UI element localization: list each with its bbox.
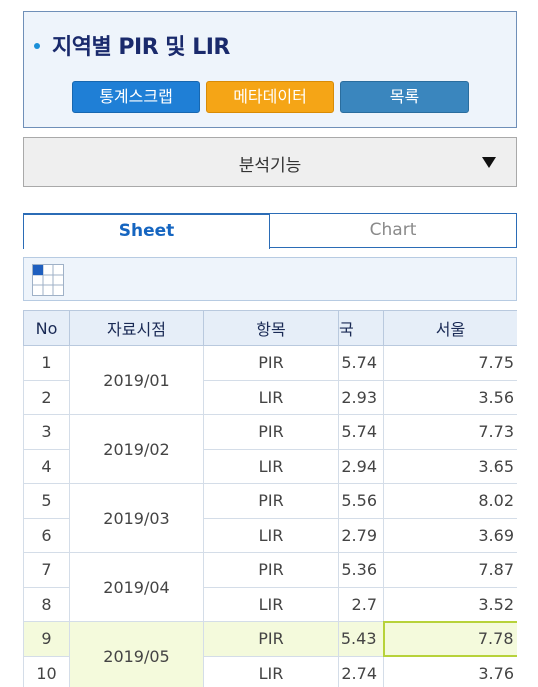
cell-item[interactable]: PIR bbox=[203, 483, 339, 519]
cell-no[interactable]: 7 bbox=[23, 552, 70, 588]
cell-seoul[interactable]: 3.76 bbox=[383, 655, 517, 687]
cell-date[interactable]: 2019/01 bbox=[69, 345, 204, 415]
cell-no[interactable]: 5 bbox=[23, 483, 70, 519]
cell-date[interactable]: 2019/03 bbox=[69, 483, 204, 553]
cell-item[interactable]: LIR bbox=[203, 448, 339, 484]
cell-seoul[interactable]: 3.69 bbox=[383, 517, 517, 553]
cell-national[interactable]: 5.74 bbox=[338, 345, 384, 381]
cell-item[interactable]: PIR bbox=[203, 345, 339, 381]
cell-seoul-selected[interactable]: 7.78 bbox=[382, 620, 517, 657]
tab-chart[interactable]: Chart bbox=[270, 213, 517, 248]
cell-seoul[interactable]: 3.56 bbox=[383, 379, 517, 415]
table-row: 1 2019/01 PIR 5.74 7.75 bbox=[23, 345, 517, 415]
header-item[interactable]: 항목 bbox=[203, 310, 339, 346]
header-no[interactable]: No bbox=[23, 310, 70, 346]
cell-item[interactable]: PIR bbox=[203, 621, 339, 657]
table-row: 3 2019/02 PIR 5.74 7.73 bbox=[23, 414, 517, 484]
cell-no[interactable]: 10 bbox=[23, 655, 70, 687]
cell-national[interactable]: 5.56 bbox=[338, 483, 384, 519]
cell-date[interactable]: 2019/02 bbox=[69, 414, 204, 484]
cell-item[interactable]: LIR bbox=[203, 379, 339, 415]
metadata-button[interactable]: 메타데이터 bbox=[206, 81, 334, 113]
stat-scrap-button[interactable]: 통계스크랩 bbox=[72, 81, 200, 113]
cell-no[interactable]: 6 bbox=[23, 517, 70, 553]
data-table: No 자료시점 항목 국 서울 1 2019/01 PIR 5.74 7.75 … bbox=[23, 310, 517, 687]
cell-no[interactable]: 3 bbox=[23, 414, 70, 450]
triangle-down-icon bbox=[482, 157, 496, 168]
cell-item[interactable]: PIR bbox=[203, 552, 339, 588]
table-header-row: No 자료시점 항목 국 서울 bbox=[23, 310, 517, 346]
cell-no[interactable]: 8 bbox=[23, 586, 70, 622]
cell-national[interactable]: 2.94 bbox=[338, 448, 384, 484]
cell-seoul[interactable]: 3.65 bbox=[383, 448, 517, 484]
cell-item[interactable]: LIR bbox=[203, 586, 339, 622]
cell-national[interactable]: 5.43 bbox=[338, 621, 384, 657]
cell-seoul[interactable]: 7.75 bbox=[383, 345, 517, 381]
bullet-dot-icon bbox=[34, 43, 40, 49]
table-row: 7 2019/04 PIR 5.36 7.87 bbox=[23, 552, 517, 622]
cell-national[interactable]: 2.7 bbox=[338, 586, 384, 622]
cell-no[interactable]: 2 bbox=[23, 379, 70, 415]
data-table-container[interactable]: No 자료시점 항목 국 서울 1 2019/01 PIR 5.74 7.75 … bbox=[23, 310, 517, 687]
cell-date[interactable]: 2019/05 bbox=[69, 621, 204, 687]
cell-national[interactable]: 5.74 bbox=[338, 414, 384, 450]
cell-item[interactable]: PIR bbox=[203, 414, 339, 450]
cell-item[interactable]: LIR bbox=[203, 517, 339, 553]
cell-seoul[interactable]: 8.02 bbox=[383, 483, 517, 519]
cell-no[interactable]: 9 bbox=[23, 621, 70, 657]
analysis-label: 분석기능 bbox=[238, 156, 302, 176]
analysis-dropdown[interactable]: 분석기능 bbox=[23, 137, 517, 187]
cell-item[interactable]: LIR bbox=[203, 655, 339, 687]
page-title: 지역별 PIR 및 LIR bbox=[52, 35, 230, 60]
cell-no[interactable]: 4 bbox=[23, 448, 70, 484]
cell-seoul[interactable]: 7.87 bbox=[383, 552, 517, 588]
header-seoul[interactable]: 서울 bbox=[383, 310, 517, 346]
header-national-partial[interactable]: 국 bbox=[338, 310, 384, 346]
tab-sheet[interactable]: Sheet bbox=[23, 213, 270, 249]
table-row-selected: 9 2019/05 PIR 5.43 7.78 bbox=[23, 620, 517, 687]
cell-national[interactable]: 2.79 bbox=[338, 517, 384, 553]
cell-seoul[interactable]: 7.73 bbox=[383, 414, 517, 450]
sheet-toolbar bbox=[23, 257, 517, 301]
cell-date[interactable]: 2019/04 bbox=[69, 552, 204, 622]
cell-national[interactable]: 5.36 bbox=[338, 552, 384, 588]
cell-national[interactable]: 2.93 bbox=[338, 379, 384, 415]
cell-national[interactable]: 2.74 bbox=[338, 655, 384, 687]
grid-select-icon[interactable] bbox=[32, 264, 64, 296]
cell-seoul[interactable]: 3.52 bbox=[383, 586, 517, 622]
title-panel: 지역별 PIR 및 LIR 통계스크랩 메타데이터 목록 bbox=[23, 11, 517, 128]
header-date[interactable]: 자료시점 bbox=[69, 310, 204, 346]
cell-no[interactable]: 1 bbox=[23, 345, 70, 381]
table-row: 5 2019/03 PIR 5.56 8.02 bbox=[23, 483, 517, 553]
list-button[interactable]: 목록 bbox=[340, 81, 469, 113]
